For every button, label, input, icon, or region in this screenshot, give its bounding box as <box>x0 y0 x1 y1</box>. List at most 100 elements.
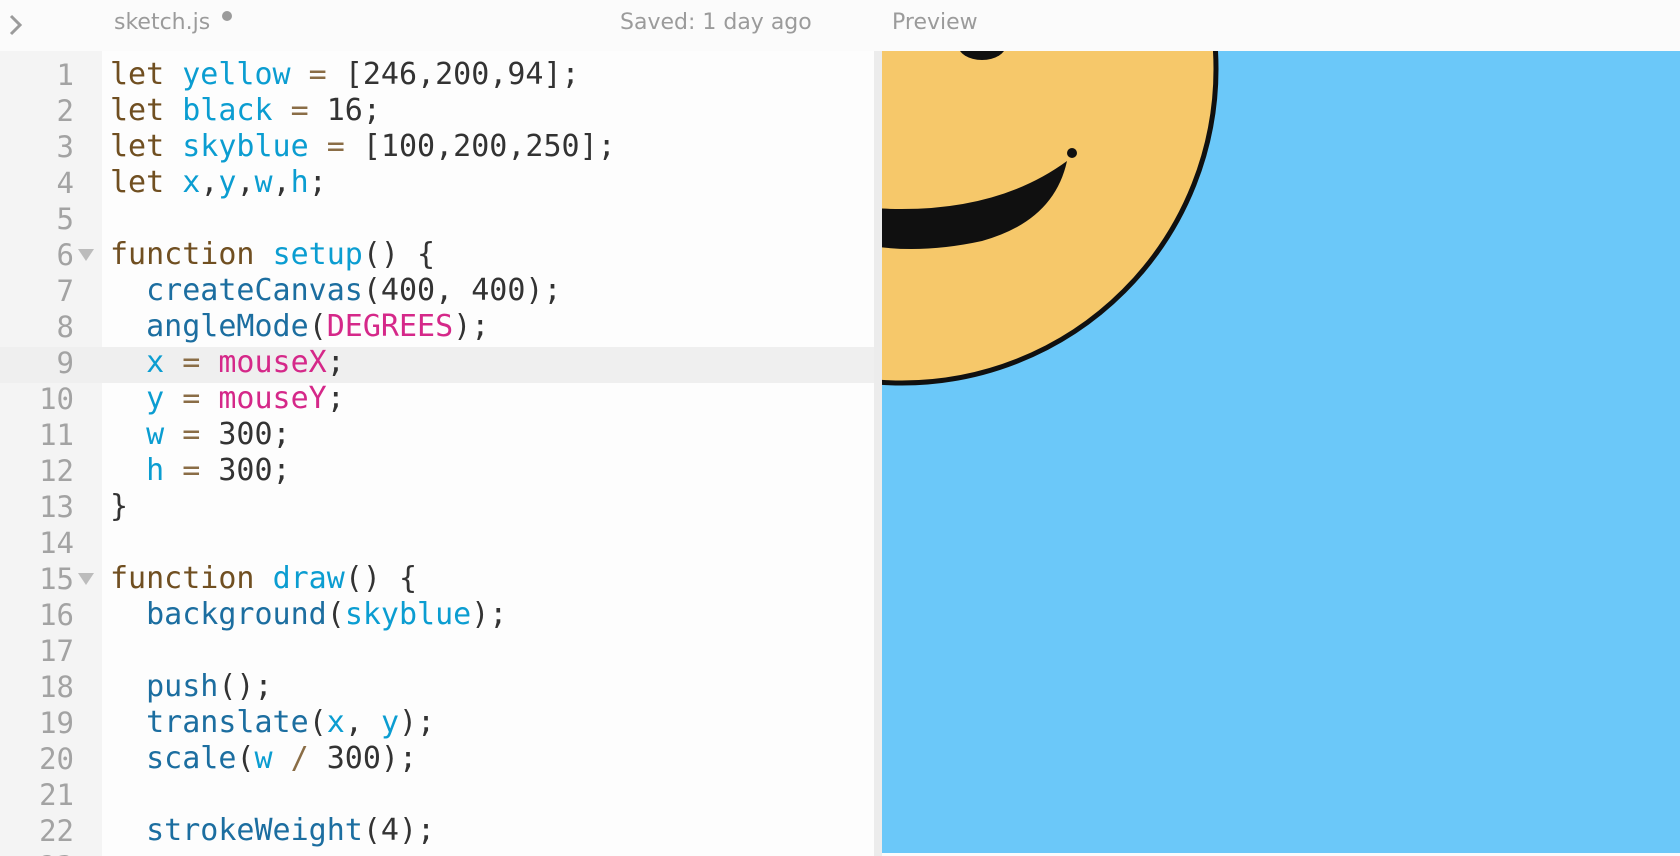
fold-arrow-icon[interactable] <box>78 573 94 585</box>
line-number: 19 <box>39 706 74 740</box>
code-text: h = 300; <box>110 453 291 489</box>
file-name-tab[interactable]: sketch.js <box>114 10 210 35</box>
code-line[interactable]: 16 background(skyblue); <box>0 597 874 633</box>
code-token: y <box>380 705 399 740</box>
code-token: = <box>164 417 219 452</box>
code-token: , <box>236 165 255 200</box>
code-text: push(); <box>110 669 272 705</box>
code-token: , <box>272 165 291 200</box>
line-number: 14 <box>39 526 74 560</box>
code-line[interactable]: 1 let yellow = [246,200,94]; <box>0 57 874 93</box>
code-line[interactable]: 12 h = 300; <box>0 453 874 489</box>
code-line[interactable]: 11 w = 300; <box>0 417 874 453</box>
code-token: ; <box>308 165 327 200</box>
pane-divider[interactable] <box>874 51 882 856</box>
code-line[interactable]: 15 function draw() { <box>0 561 874 597</box>
code-line[interactable]: 22 strokeWeight(4); <box>0 813 874 849</box>
code-token: yellow <box>182 57 291 92</box>
code-token: [246,200,94]; <box>344 57 580 92</box>
code-token: (400, 400); <box>362 273 562 308</box>
code-line[interactable]: 17 <box>0 633 874 669</box>
code-text: let x,y,w,h; <box>110 165 327 201</box>
smiley-face-drawing <box>882 51 1219 386</box>
code-line[interactable]: 21 <box>0 777 874 813</box>
line-number: 8 <box>56 310 74 344</box>
code-token: ; <box>326 381 345 416</box>
code-line[interactable]: 6 function setup() { <box>0 237 874 273</box>
code-line[interactable]: 18 push(); <box>0 669 874 705</box>
code-token: , <box>200 165 219 200</box>
line-number: 17 <box>39 634 74 668</box>
code-token: mouseX <box>218 345 327 380</box>
code-token: = <box>290 57 345 92</box>
code-token: h <box>146 453 165 488</box>
editor-header: sketch.js Saved: 1 day ago Preview <box>0 0 1680 51</box>
code-token: 300); <box>326 741 418 776</box>
code-token: () { <box>344 561 418 596</box>
line-number: 1 <box>56 58 74 92</box>
code-token: skyblue <box>182 129 309 164</box>
code-token: let <box>110 57 165 92</box>
save-status: Saved: 1 day ago <box>620 10 812 35</box>
code-line[interactable]: 23 <box>0 849 874 856</box>
fold-arrow-icon[interactable] <box>78 249 94 261</box>
line-number: 23 <box>0 849 74 856</box>
code-line[interactable]: 13} <box>0 489 874 525</box>
line-number: 16 <box>39 598 74 632</box>
line-number: 15 <box>39 562 74 596</box>
code-token: = <box>272 93 327 128</box>
code-line[interactable]: 10 y = mouseY; <box>0 381 874 417</box>
sketch-preview-canvas[interactable] <box>882 51 1680 853</box>
code-token: scale <box>146 741 237 776</box>
code-text: angleMode(DEGREES); <box>110 309 489 345</box>
code-text: function setup() { <box>110 237 435 273</box>
code-token: angleMode <box>146 309 309 344</box>
code-token: ( <box>326 597 345 632</box>
code-token: x <box>182 165 201 200</box>
code-line[interactable]: 4 let x,y,w,h; <box>0 165 874 201</box>
code-token: black <box>182 93 273 128</box>
line-number: 13 <box>39 490 74 524</box>
line-number: 11 <box>39 418 74 452</box>
code-text: let skyblue = [100,200,250]; <box>110 129 616 165</box>
code-token: ( <box>308 309 327 344</box>
code-text: strokeWeight(4); <box>110 813 435 849</box>
code-token: [100,200,250]; <box>362 129 616 164</box>
code-editor[interactable]: 1 let yellow = [246,200,94]; 2 let black = … <box>0 51 874 856</box>
code-line[interactable]: 5 <box>0 201 874 237</box>
code-token: translate <box>146 705 309 740</box>
line-number: 4 <box>56 166 74 200</box>
code-text: let yellow = [246,200,94]; <box>110 57 580 93</box>
code-line[interactable]: 3 let skyblue = [100,200,250]; <box>0 129 874 165</box>
code-text: background(skyblue); <box>110 597 507 633</box>
code-line[interactable]: 7 createCanvas(400, 400); <box>0 273 874 309</box>
code-token: mouseY <box>218 381 327 416</box>
line-number: 18 <box>39 670 74 704</box>
code-token: ( <box>308 705 327 740</box>
code-token: / <box>272 741 327 776</box>
code-line[interactable]: 2 let black = 16; <box>0 93 874 129</box>
code-line[interactable]: 20 scale(w / 300); <box>0 741 874 777</box>
code-text: function draw() { <box>110 561 417 597</box>
code-token: 16; <box>326 93 381 128</box>
line-number: 22 <box>39 814 74 848</box>
code-text: y = mouseY; <box>110 381 345 417</box>
expand-sidebar-button[interactable] <box>6 12 26 38</box>
code-line[interactable]: 8 angleMode(DEGREES); <box>0 309 874 345</box>
code-token: x <box>146 345 165 380</box>
code-line[interactable]: 9 x = mouseX; <box>0 345 874 381</box>
line-number: 2 <box>56 94 74 128</box>
code-line[interactable]: 19 translate(x, y); <box>0 705 874 741</box>
code-text: x = mouseX; <box>110 345 345 381</box>
code-token: (4); <box>362 813 436 848</box>
code-line[interactable]: 14 <box>0 525 874 561</box>
